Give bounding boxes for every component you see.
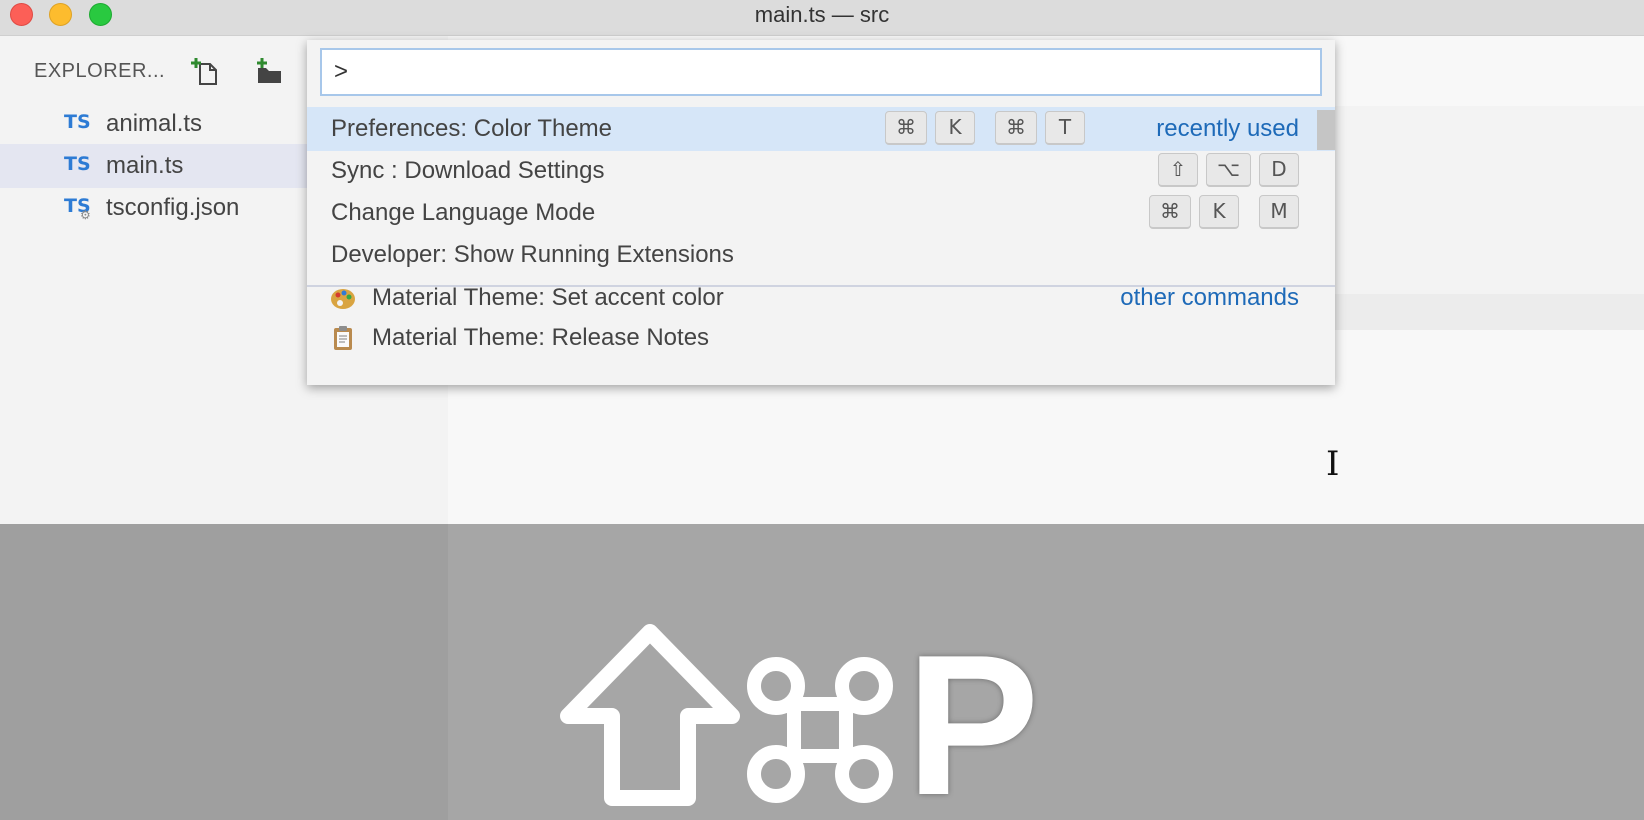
command-item[interactable]: Change Language Mode ⌘ K M <box>307 191 1335 235</box>
key-cap: ⌘ <box>1149 195 1191 229</box>
keybinding: ⌘ K M <box>1141 195 1299 229</box>
key-cap: ⇧ <box>1157 153 1198 187</box>
file-name: main.ts <box>106 152 184 179</box>
key-cap: ⌘ <box>885 111 927 145</box>
shortcut-display: P <box>560 614 1040 820</box>
shift-key-icon <box>560 624 740 806</box>
explorer-title: EXPLORER... <box>34 60 166 82</box>
command-label: Preferences: Color Theme <box>331 115 613 142</box>
command-item[interactable]: Material Theme: Release Notes <box>307 316 1335 360</box>
keystroke-overlay: P <box>0 524 1644 820</box>
command-label: Material Theme: Release Notes <box>372 324 710 351</box>
file-name: animal.ts <box>106 110 203 137</box>
command-item[interactable]: Sync : Download Settings ⇧ ⌥ D <box>307 149 1335 193</box>
key-cap: M <box>1259 195 1299 229</box>
command-label: Change Language Mode <box>331 199 596 226</box>
key-cap: ⌘ <box>995 111 1037 145</box>
command-label: Material Theme: Set accent color <box>372 284 724 311</box>
file-name: tsconfig.json <box>106 194 240 221</box>
typescript-icon: TS <box>64 111 91 133</box>
command-palette-input[interactable] <box>320 48 1322 96</box>
command-item[interactable]: Preferences: Color Theme ⌘ K ⌘ T recentl… <box>307 107 1335 151</box>
key-cap: K <box>935 111 975 145</box>
other-commands-label: other commands <box>1120 284 1299 311</box>
key-cap: K <box>1199 195 1239 229</box>
keybinding: ⇧ ⌥ D <box>1150 153 1299 187</box>
recently-used-label: recently used <box>1156 115 1299 142</box>
clipboard-icon <box>334 326 352 350</box>
command-label: Developer: Show Running Extensions <box>331 241 734 268</box>
key-cap: D <box>1259 153 1299 187</box>
palette-scrollbar[interactable] <box>1317 110 1335 150</box>
key-cap: T <box>1045 111 1085 145</box>
command-key-icon <box>747 657 893 803</box>
shortcut-letter: P <box>906 614 1040 820</box>
keybinding: ⌘ K ⌘ T <box>877 111 1085 145</box>
gear-icon: ⚙ <box>80 208 91 222</box>
command-palette: Preferences: Color Theme ⌘ K ⌘ T recentl… <box>307 40 1335 385</box>
command-label: Sync : Download Settings <box>331 157 605 184</box>
command-item[interactable]: Developer: Show Running Extensions <box>307 233 1335 277</box>
command-item[interactable]: Material Theme: Set accent color other c… <box>307 276 1335 320</box>
new-file-icon[interactable] <box>190 56 220 86</box>
palette-icon <box>331 289 355 309</box>
text-cursor-icon: I <box>1326 444 1340 484</box>
title-bar: main.ts — src <box>0 0 1644 36</box>
typescript-icon: TS <box>64 153 91 175</box>
key-cap: ⌥ <box>1205 153 1251 187</box>
window-title: main.ts — src <box>754 2 890 27</box>
new-folder-icon[interactable] <box>254 56 284 86</box>
overlay-left-panel <box>0 524 448 820</box>
